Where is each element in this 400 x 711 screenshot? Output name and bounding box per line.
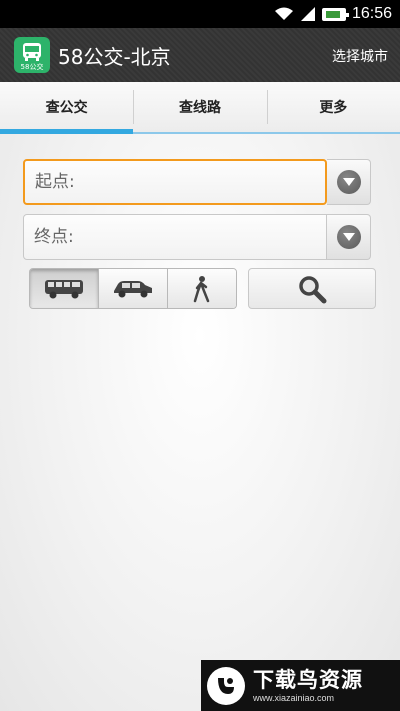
- app-logo-text: 58公交: [20, 62, 44, 71]
- walk-icon: [193, 275, 210, 302]
- bus-icon: [45, 279, 83, 298]
- app-title: 58公交-北京: [58, 44, 171, 69]
- start-field: [23, 159, 371, 205]
- main-panel: [0, 134, 400, 711]
- search-button[interactable]: [248, 268, 376, 309]
- bus-mode-button[interactable]: [30, 269, 98, 308]
- tab-line-query[interactable]: 查线路: [133, 82, 266, 132]
- chevron-down-icon: [336, 225, 361, 249]
- watermark-banner: 下载鸟资源 www.xiazainiao.com: [201, 660, 400, 711]
- select-city-button[interactable]: 选择城市: [332, 46, 388, 66]
- wifi-icon: [274, 7, 294, 21]
- status-time: 16:56: [351, 5, 392, 22]
- end-input[interactable]: [23, 214, 327, 260]
- walk-mode-button[interactable]: [167, 269, 236, 308]
- start-dropdown-button[interactable]: [327, 159, 371, 205]
- status-bar: 16:56: [0, 0, 400, 28]
- watermark-text: 下载鸟资源 www.xiazainiao.com: [253, 668, 363, 704]
- watermark-title: 下载鸟资源: [253, 667, 363, 692]
- travel-mode-selector: [29, 268, 237, 309]
- bus-logo-icon: [23, 42, 41, 61]
- watermark-url: www.xiazainiao.com: [253, 692, 335, 703]
- tab-bar: 查公交 查线路 更多: [0, 82, 400, 134]
- chevron-down-icon: [336, 170, 361, 194]
- search-icon: [299, 275, 327, 303]
- tab-bus-query[interactable]: 查公交: [0, 82, 134, 134]
- tab-more[interactable]: 更多: [266, 82, 400, 132]
- car-mode-button[interactable]: [98, 269, 167, 308]
- signal-icon: [300, 7, 316, 21]
- app-bar: 58公交 58公交-北京 选择城市: [0, 28, 400, 82]
- start-input[interactable]: [23, 159, 327, 205]
- battery-icon: [321, 7, 349, 21]
- bird-logo-icon: [207, 666, 245, 705]
- end-field: [23, 214, 371, 260]
- end-dropdown-button[interactable]: [327, 214, 371, 260]
- car-icon: [114, 280, 152, 297]
- app-logo: 58公交: [14, 37, 50, 73]
